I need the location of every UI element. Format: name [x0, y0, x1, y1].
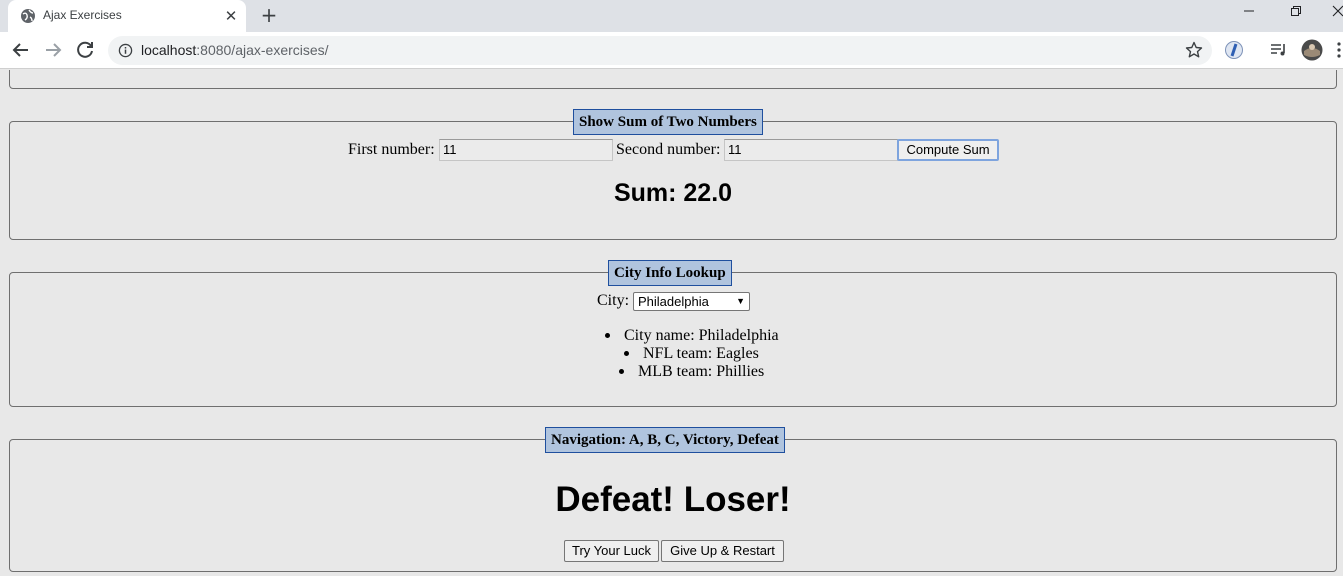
minimize-button[interactable] — [1229, 2, 1269, 26]
first-number-label: First number: — [348, 141, 435, 158]
browser-tab[interactable]: Ajax Exercises ✕ — [8, 0, 246, 32]
url-text: localhost:8080/ajax-exercises/ — [141, 42, 329, 58]
city-select[interactable]: Philadelphia ▼ — [633, 292, 750, 311]
tab-title: Ajax Exercises — [43, 8, 122, 22]
result-message: Defeat! Loser! — [555, 480, 791, 519]
bullet-icon — [624, 350, 629, 356]
city-info-item: MLB team: Phillies — [619, 363, 764, 381]
previous-section-panel — [9, 70, 1337, 89]
browser-tab-strip: Ajax Exercises ✕ + — [0, 0, 1343, 32]
new-tab-button[interactable]: + — [258, 4, 280, 26]
bookmark-star-icon[interactable] — [1184, 40, 1204, 60]
media-playlist-icon[interactable] — [1268, 40, 1288, 60]
reload-icon[interactable] — [73, 38, 97, 62]
window-close-icon — [1332, 5, 1343, 17]
profile-avatar-icon[interactable] — [1301, 39, 1323, 61]
back-arrow-icon[interactable] — [9, 38, 33, 62]
second-number-label: Second number: — [616, 141, 721, 158]
extension-icon[interactable] — [1224, 40, 1244, 60]
info-icon[interactable] — [118, 43, 133, 58]
close-icon[interactable]: ✕ — [222, 7, 240, 25]
minimize-icon — [1244, 10, 1254, 12]
navigation-panel: Navigation: A, B, C, Victory, Defeat Def… — [9, 427, 1337, 572]
city-legend: City Info Lookup — [608, 260, 732, 286]
restore-icon — [1291, 6, 1301, 16]
city-info-item: City name: Philadelphia — [605, 327, 779, 345]
sum-legend: Show Sum of Two Numbers — [573, 109, 763, 135]
bullet-icon — [605, 332, 610, 338]
sum-result: Sum: 22.0 — [613, 179, 733, 207]
restore-button[interactable] — [1276, 2, 1316, 26]
menu-dots-icon[interactable] — [1334, 40, 1343, 60]
dropdown-arrow-icon: ▼ — [736, 296, 745, 306]
compute-sum-button[interactable]: Compute Sum — [897, 139, 999, 161]
page-viewport[interactable]: Show Sum of Two Numbers First number: 11… — [0, 70, 1343, 576]
second-number-input[interactable]: 11 — [724, 139, 898, 161]
city-label: City: — [597, 292, 630, 309]
navigation-legend: Navigation: A, B, C, Victory, Defeat — [545, 427, 785, 453]
give-up-restart-button[interactable]: Give Up & Restart — [661, 540, 784, 562]
city-select-value: Philadelphia — [638, 294, 709, 309]
globe-icon — [21, 9, 35, 23]
sum-panel: Show Sum of Two Numbers First number: 11… — [9, 109, 1337, 240]
try-your-luck-button[interactable]: Try Your Luck — [564, 540, 659, 562]
first-number-input[interactable]: 11 — [439, 139, 613, 161]
city-panel: City Info Lookup City: Philadelphia ▼ Ci… — [9, 260, 1337, 407]
browser-toolbar: localhost:8080/ajax-exercises/ — [0, 32, 1343, 69]
forward-arrow-icon[interactable] — [41, 38, 65, 62]
city-info-item: NFL team: Eagles — [624, 345, 759, 363]
bullet-icon — [619, 368, 624, 374]
window-close-button[interactable] — [1318, 2, 1343, 26]
address-bar[interactable]: localhost:8080/ajax-exercises/ — [108, 36, 1212, 65]
